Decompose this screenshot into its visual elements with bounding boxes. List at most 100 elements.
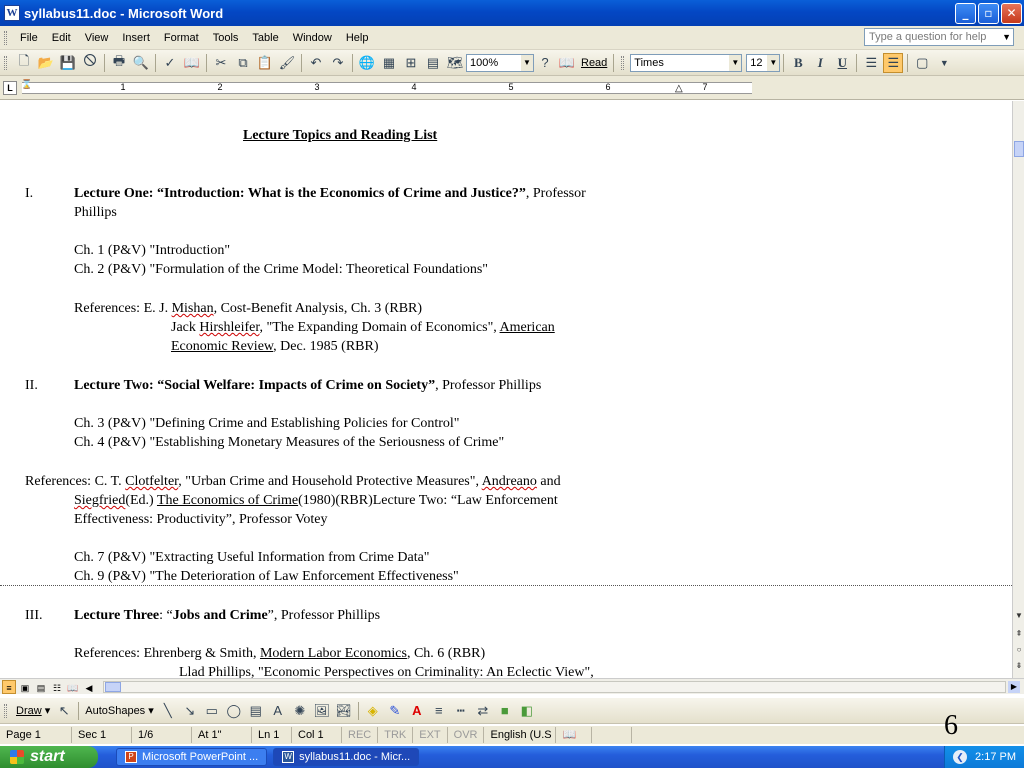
menu-help[interactable]: Help — [339, 32, 376, 44]
spelling-icon[interactable]: ✓ — [160, 53, 180, 73]
print-layout-icon[interactable]: ▤ — [34, 680, 48, 694]
draw-menu-button[interactable]: Draw ▾ — [13, 704, 53, 717]
menu-window[interactable]: Window — [286, 32, 339, 44]
fill-color-icon[interactable]: ◈ — [363, 701, 383, 721]
select-browse-object-icon[interactable]: ○ — [1014, 645, 1024, 654]
arrow-icon[interactable]: ↘ — [180, 701, 200, 721]
status-rec[interactable]: REC — [342, 727, 379, 743]
zoom-dropdown-icon[interactable]: ▼ — [521, 54, 533, 71]
zoom-select[interactable]: 100% ▼ — [466, 53, 534, 72]
line-icon[interactable]: ╲ — [158, 701, 178, 721]
drawing-grip[interactable] — [4, 703, 7, 718]
status-ovr[interactable]: OVR — [448, 727, 485, 743]
line-style-icon[interactable]: ≡ — [429, 701, 449, 721]
cut-icon[interactable]: ✂ — [211, 53, 231, 73]
spelling-status-icon[interactable]: 📖 — [556, 727, 593, 743]
borders-dropdown-icon[interactable]: ▼ — [934, 53, 954, 73]
align-center-icon[interactable]: ☰ — [883, 52, 904, 73]
bold-button[interactable]: B — [788, 53, 808, 73]
wordart-icon[interactable]: A — [268, 701, 288, 721]
menu-file[interactable]: File — [13, 32, 45, 44]
italic-button[interactable]: I — [810, 53, 830, 73]
paste-icon[interactable]: 📋 — [255, 53, 275, 73]
select-objects-icon[interactable]: ↖ — [54, 701, 74, 721]
text-box-icon[interactable]: ▤ — [246, 701, 266, 721]
maximize-button[interactable]: ▫ — [978, 2, 999, 24]
word-app-icon[interactable]: W — [4, 5, 20, 21]
taskbar-item-word[interactable]: W syllabus11.doc - Micr... — [273, 748, 420, 766]
close-button[interactable]: ✕ — [1001, 2, 1022, 24]
copy-icon[interactable]: ⧉ — [233, 53, 253, 73]
normal-view-icon[interactable]: ≡ — [2, 679, 16, 694]
menu-format[interactable]: Format — [157, 32, 206, 44]
show-hidden-icons-icon[interactable]: ❮ — [953, 750, 968, 764]
vertical-scrollbar[interactable]: ▼ ⇞ ○ ⇟ — [1012, 101, 1024, 678]
dash-style-icon[interactable]: ┅ — [451, 701, 471, 721]
format-painter-icon[interactable]: 🖌 — [277, 53, 297, 73]
read-button[interactable]: Read — [578, 57, 610, 69]
previous-page-icon[interactable]: ⇞ — [1014, 629, 1024, 638]
horizontal-scroll-thumb[interactable] — [105, 682, 121, 692]
start-button[interactable]: start — [0, 746, 98, 768]
font-select[interactable]: Times ▼ — [630, 53, 743, 72]
menu-grip[interactable] — [4, 30, 7, 45]
new-document-icon[interactable]: 🗋 — [14, 53, 34, 73]
first-line-indent-marker[interactable]: ⌛ — [21, 79, 32, 90]
web-layout-icon[interactable]: ▣ — [18, 680, 32, 694]
undo-icon[interactable]: ↶ — [306, 53, 326, 73]
menu-view[interactable]: View — [78, 32, 116, 44]
status-ext[interactable]: EXT — [413, 727, 448, 743]
formatting-grip[interactable] — [621, 55, 625, 70]
help-icon[interactable]: ? — [535, 53, 555, 73]
vertical-scroll-thumb[interactable] — [1014, 141, 1024, 157]
help-dropdown-icon[interactable]: ▼ — [1002, 29, 1011, 45]
minimize-button[interactable]: _ — [955, 2, 976, 24]
insert-excel-icon[interactable]: ▤ — [423, 53, 443, 73]
print-preview-icon[interactable]: 🔍 — [131, 53, 151, 73]
3d-style-icon[interactable]: ◧ — [517, 701, 537, 721]
autoshapes-menu-button[interactable]: AutoShapes ▾ — [82, 704, 157, 717]
toolbar-grip[interactable] — [4, 55, 7, 70]
ruler[interactable]: L 1 2 3 4 5 6 7 ⌛ △ — [0, 76, 1024, 100]
document-area[interactable]: Lecture Topics and Reading List I. Lectu… — [0, 101, 1012, 678]
scroll-left-icon[interactable]: ◀ — [82, 680, 96, 694]
rectangle-icon[interactable]: ▭ — [202, 701, 222, 721]
menu-tools[interactable]: Tools — [206, 32, 246, 44]
font-size-dropdown-icon[interactable]: ▼ — [767, 54, 780, 71]
diagram-icon[interactable]: ✺ — [290, 701, 310, 721]
redo-icon[interactable]: ↷ — [328, 53, 348, 73]
permission-icon[interactable]: 🛇 — [80, 53, 100, 73]
borders-icon[interactable]: ▢ — [912, 53, 932, 73]
oval-icon[interactable]: ◯ — [224, 701, 244, 721]
insert-table-icon[interactable]: ⊞ — [401, 53, 421, 73]
outline-view-icon[interactable]: ☷ — [50, 680, 64, 694]
research-icon[interactable]: 📖 — [182, 53, 202, 73]
horizontal-scroll-track[interactable] — [103, 681, 1006, 693]
font-color-icon[interactable]: A — [407, 701, 427, 721]
print-icon[interactable]: 🖶 — [109, 53, 129, 73]
open-folder-icon[interactable]: 📂 — [36, 53, 56, 73]
line-color-icon[interactable]: ✎ — [385, 701, 405, 721]
arrow-style-icon[interactable]: ⇄ — [473, 701, 493, 721]
ruler-strip[interactable] — [22, 82, 752, 94]
align-left-icon[interactable]: ☰ — [861, 53, 881, 73]
taskbar-item-powerpoint[interactable]: P Microsoft PowerPoint ... — [116, 748, 268, 766]
scroll-right-icon[interactable]: ▶ — [1008, 681, 1020, 693]
font-size-select[interactable]: 12 ▼ — [746, 53, 781, 72]
hyperlink-icon[interactable]: 🌐 — [357, 53, 377, 73]
underline-button[interactable]: U — [832, 53, 852, 73]
shadow-style-icon[interactable]: ■ — [495, 701, 515, 721]
tables-borders-icon[interactable]: ▦ — [379, 53, 399, 73]
read-icon[interactable]: 📖 — [557, 53, 577, 73]
clip-art-icon[interactable]: 🖼 — [312, 701, 332, 721]
help-search-input[interactable]: Type a question for help ▼ — [864, 28, 1014, 46]
tab-selector[interactable]: L — [3, 81, 17, 95]
scroll-down-icon[interactable]: ▼ — [1014, 611, 1024, 620]
right-indent-marker[interactable]: △ — [675, 83, 683, 94]
next-page-icon[interactable]: ⇟ — [1014, 661, 1024, 670]
menu-edit[interactable]: Edit — [45, 32, 78, 44]
reading-layout-icon[interactable]: 📖 — [66, 680, 80, 694]
font-dropdown-icon[interactable]: ▼ — [729, 54, 742, 71]
status-trk[interactable]: TRK — [378, 727, 414, 743]
menu-table[interactable]: Table — [245, 32, 285, 44]
